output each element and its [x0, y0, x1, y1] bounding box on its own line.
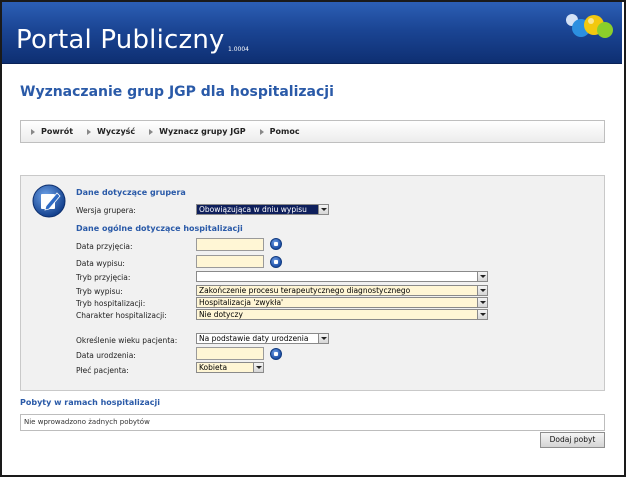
stays-section-title: Pobyty w ramach hospitalizacji — [20, 398, 161, 407]
back-button[interactable]: Powrót — [31, 127, 73, 136]
chevron-down-icon — [477, 310, 487, 319]
hospitalization-mode-select[interactable]: Hospitalizacja 'zwykła' — [196, 297, 488, 308]
admission-date-label: Data przyjęcia: — [76, 242, 133, 251]
grouper-version-value: Obowiązująca w dniu wypisu — [199, 205, 307, 214]
help-button[interactable]: Pomoc — [259, 127, 300, 136]
clear-label: Wyczyść — [97, 127, 136, 136]
hospitalization-char-label: Charakter hospitalizacji: — [76, 311, 167, 320]
portal-version: 1.0004 — [228, 46, 249, 53]
compute-jgp-button[interactable]: Wyznacz grupy JGP — [149, 127, 246, 136]
help-label: Pomoc — [269, 127, 300, 136]
admission-mode-select[interactable] — [196, 271, 488, 282]
toolbar: Powrót Wyczyść Wyznacz grupy JGP Pomoc — [20, 120, 605, 143]
age-method-label: Określenie wieku pacjenta: — [76, 336, 178, 345]
general-section-title: Dane ogólne dotyczące hospitalizacji — [76, 224, 243, 233]
compute-jgp-label: Wyznacz grupy JGP — [159, 127, 246, 136]
calendar-icon[interactable] — [270, 256, 282, 268]
discharge-date-label: Data wypisu: — [76, 259, 125, 268]
clear-button[interactable]: Wyczyść — [87, 127, 135, 136]
hospitalization-char-select[interactable]: Nie dotyczy — [196, 309, 488, 320]
sex-label: Płeć pacjenta: — [76, 366, 129, 375]
edit-form-icon — [32, 184, 66, 218]
discharge-mode-value: Zakończenie procesu terapeutycznego diag… — [199, 286, 411, 295]
portal-logo-icon — [566, 14, 613, 38]
admission-date-input[interactable] — [196, 238, 264, 251]
grouper-version-label: Wersja grupera: — [76, 206, 136, 215]
hospitalization-char-value: Nie dotyczy — [199, 310, 243, 319]
portal-header: Portal Publiczny 1.0004 — [2, 2, 622, 64]
back-label: Powrót — [41, 127, 74, 136]
sex-value: Kobieta — [199, 363, 228, 372]
grouper-version-select[interactable]: Obowiązująca w dniu wypisu — [196, 204, 329, 215]
page-title: Wyznaczanie grup JGP dla hospitalizacji — [20, 84, 334, 100]
chevron-down-icon — [477, 272, 487, 281]
discharge-mode-label: Tryb wypisu: — [76, 287, 123, 296]
chevron-down-icon — [477, 298, 487, 307]
age-method-select[interactable]: Na podstawie daty urodzenia — [196, 333, 329, 344]
chevron-down-icon — [477, 286, 487, 295]
arrow-right-icon — [31, 128, 35, 135]
stays-list: Nie wprowadzono żadnych pobytów — [20, 414, 605, 431]
calendar-icon[interactable] — [270, 238, 282, 250]
grouper-section-title: Dane dotyczące grupera — [76, 188, 186, 197]
arrow-right-icon — [259, 128, 264, 135]
discharge-mode-select[interactable]: Zakończenie procesu terapeutycznego diag… — [196, 285, 488, 296]
admission-mode-label: Tryb przyjęcia: — [76, 273, 131, 282]
arrow-right-icon — [87, 128, 92, 135]
add-stay-button[interactable]: Dodaj pobyt — [540, 432, 605, 448]
chevron-down-icon — [318, 205, 328, 214]
sex-select[interactable]: Kobieta — [196, 362, 264, 373]
arrow-right-icon — [149, 128, 154, 135]
discharge-date-input[interactable] — [196, 255, 264, 268]
stays-empty-text: Nie wprowadzono żadnych pobytów — [24, 418, 150, 426]
birth-date-input[interactable] — [196, 347, 264, 360]
hospitalization-mode-value: Hospitalizacja 'zwykła' — [199, 298, 284, 307]
portal-brand: Portal Publiczny — [16, 25, 225, 55]
chevron-down-icon — [318, 334, 328, 343]
age-method-value: Na podstawie daty urodzenia — [199, 334, 309, 343]
calendar-icon[interactable] — [270, 348, 282, 360]
hospitalization-mode-label: Tryb hospitalizacji: — [76, 299, 146, 308]
chevron-down-icon — [253, 363, 263, 372]
birth-date-label: Data urodzenia: — [76, 351, 136, 360]
